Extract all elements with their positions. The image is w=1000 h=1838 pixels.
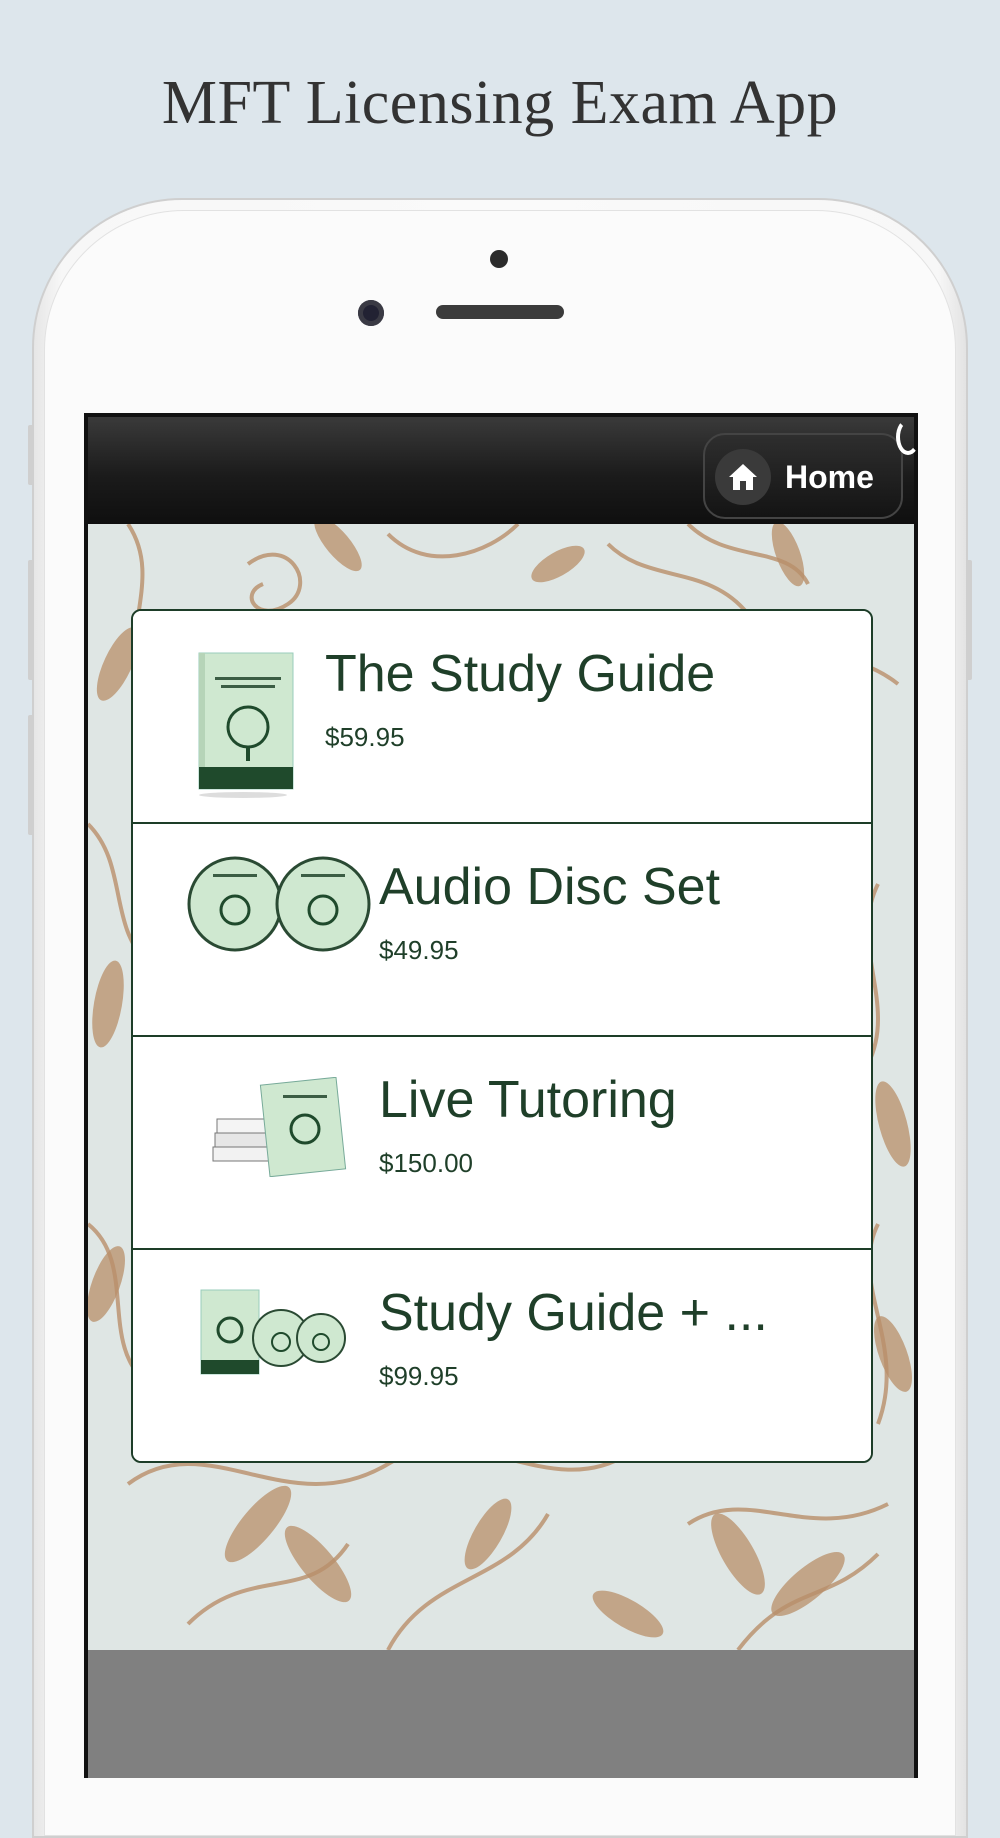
book-stack-icon bbox=[212, 1077, 347, 1177]
item-title: Study Guide + ... bbox=[379, 1284, 768, 1342]
item-price: $99.95 bbox=[379, 1361, 459, 1391]
footer-bar bbox=[88, 1650, 914, 1778]
item-title: Live Tutoring bbox=[379, 1071, 677, 1129]
volume-down-button bbox=[28, 715, 34, 835]
product-list: The Study Guide $59.95 Audio Disc Set $4… bbox=[131, 609, 873, 1463]
list-item[interactable]: The Study Guide $59.95 bbox=[133, 611, 871, 824]
earpiece-speaker bbox=[436, 305, 564, 319]
list-item[interactable]: Audio Disc Set $49.95 bbox=[133, 824, 871, 1037]
volume-up-button bbox=[28, 560, 34, 680]
headline: MFT Licensing Exam App bbox=[161, 69, 839, 137]
item-price: $150.00 bbox=[379, 1148, 473, 1178]
home-button[interactable]: Home bbox=[703, 433, 903, 519]
list-item[interactable]: Study Guide + ... $99.95 bbox=[133, 1250, 871, 1461]
front-camera-icon bbox=[358, 300, 384, 326]
audio-discs-icon bbox=[187, 856, 371, 952]
home-icon bbox=[715, 449, 771, 505]
floral-background: The Study Guide $59.95 Audio Disc Set $4… bbox=[88, 524, 914, 1650]
power-button bbox=[966, 560, 972, 680]
item-price: $59.95 bbox=[325, 722, 405, 752]
list-item[interactable]: Live Tutoring $150.00 bbox=[133, 1037, 871, 1250]
refresh-icon bbox=[896, 419, 918, 455]
bundle-icon bbox=[200, 1289, 346, 1375]
mute-switch bbox=[28, 425, 34, 485]
app-screen: Home The Study Guide $59.95 Audio Disc S… bbox=[84, 413, 918, 1778]
home-button-label: Home bbox=[785, 459, 874, 495]
item-title: Audio Disc Set bbox=[379, 858, 721, 916]
book-cover-icon bbox=[198, 652, 294, 798]
item-price: $49.95 bbox=[379, 935, 459, 965]
item-title: The Study Guide bbox=[325, 645, 716, 703]
proximity-sensor bbox=[490, 250, 508, 268]
navigation-bar: Home bbox=[88, 417, 918, 524]
